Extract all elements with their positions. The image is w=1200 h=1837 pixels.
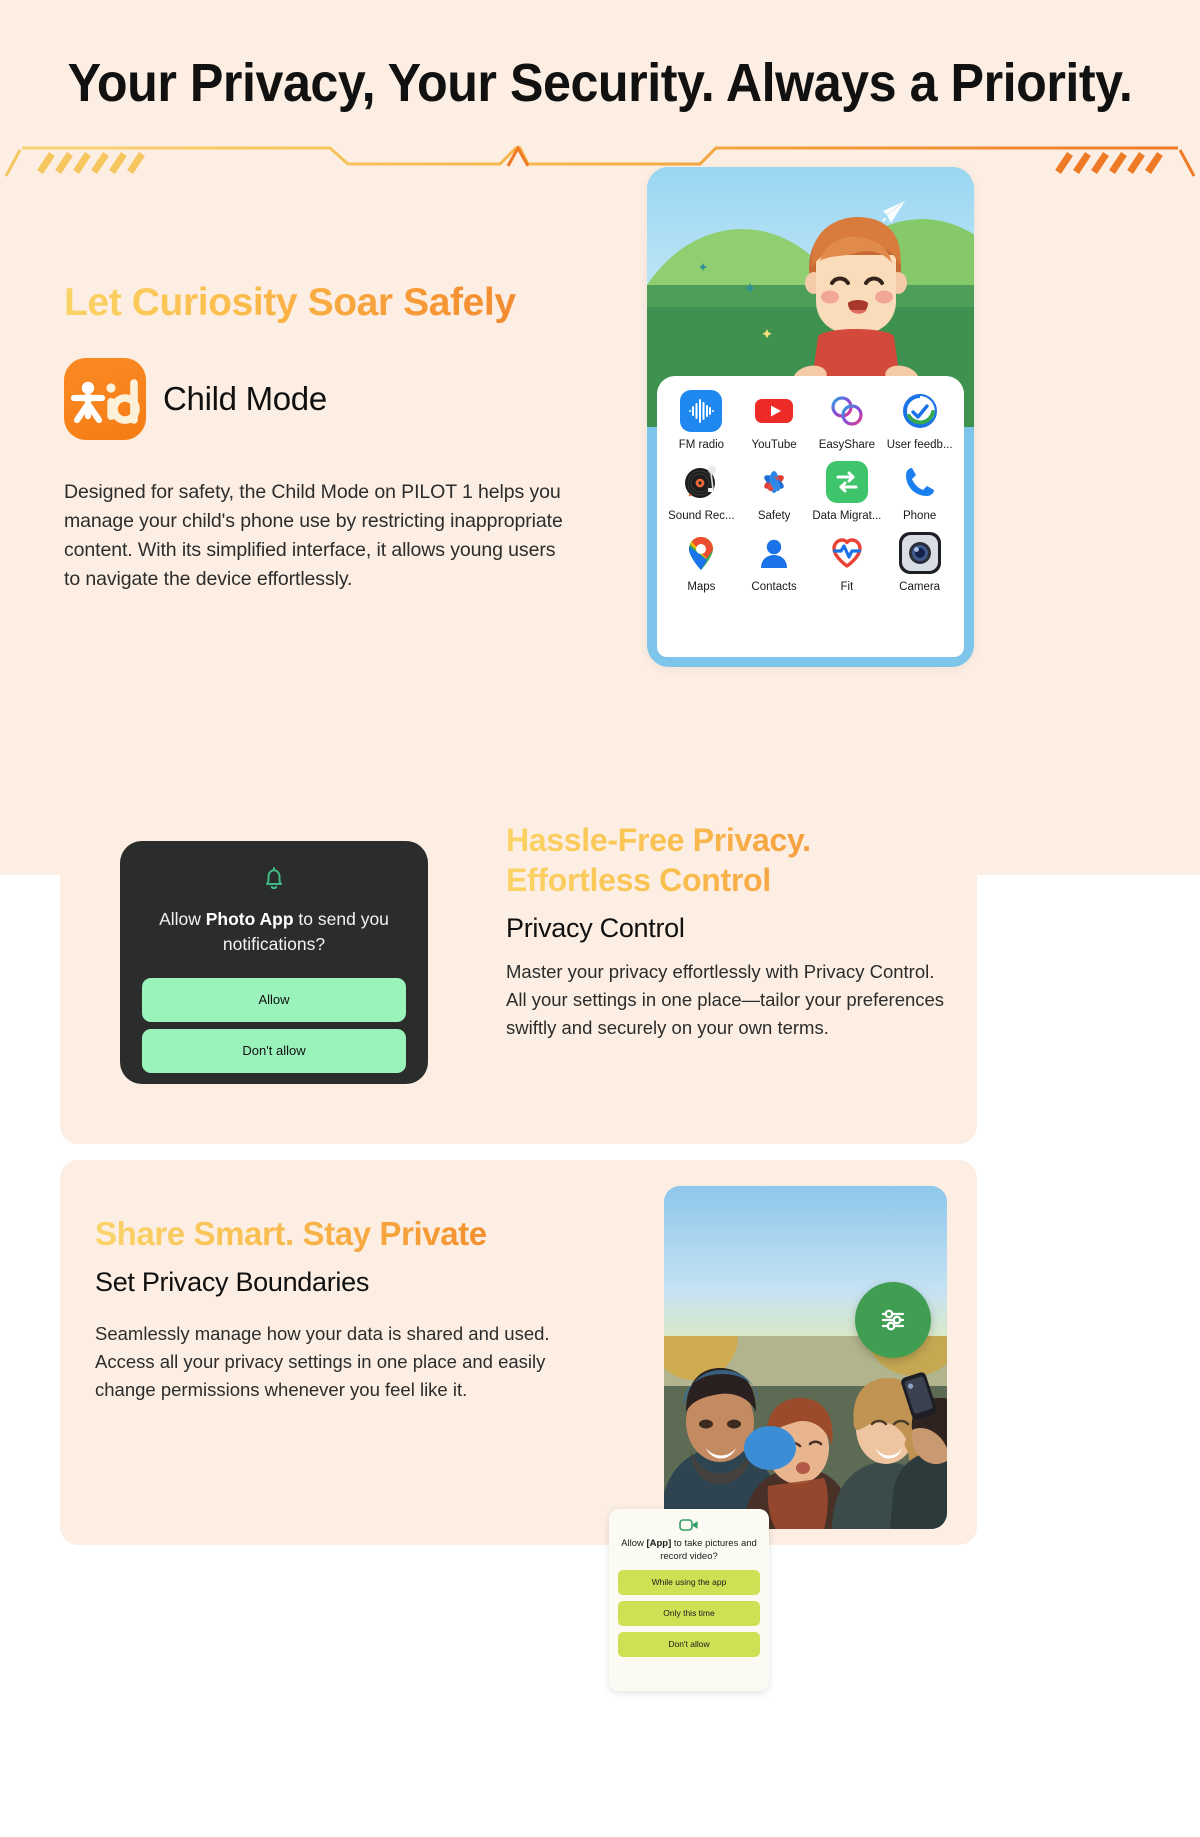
app-label: Data Migrat... [812,510,882,522]
app-grid-panel: FM radio YouTube EasyShare User feedb...… [657,376,964,657]
privacy-control-body: Master your privacy effortlessly with Pr… [506,961,945,1038]
app-label: Fit [840,581,854,593]
user-feedback-icon [899,390,941,432]
fm-radio-icon [680,390,723,432]
privacy-control-subtitle: Privacy Control [506,913,685,944]
app-tile-maps[interactable]: Maps [665,532,738,593]
app-tile-easyshare[interactable]: EasyShare [811,390,884,451]
sound-recorder-icon [680,461,722,503]
fit-icon [826,532,868,574]
app-label: Contacts [751,581,797,593]
child-mode-headline: Let Curiosity Soar Safely [64,281,624,325]
app-label: Camera [899,581,941,593]
privacy-control-text-column: Hassle-Free Privacy. Effortless Control … [506,821,956,1042]
contacts-icon [753,532,795,574]
marketing-page: Your Privacy, Your Security. Always a Pr… [0,0,1200,1837]
app-tile-youtube[interactable]: YouTube [738,390,811,451]
app-tile-sound-recorder[interactable]: Sound Rec... [665,461,738,522]
video-camera-icon [618,1518,760,1532]
privacy-control-card: Allow Photo App to send you notification… [60,769,977,1144]
privacy-settings-fab[interactable] [855,1282,931,1358]
app-tile-camera[interactable]: Camera [883,532,956,593]
headline-line-2: Effortless Control [506,861,771,898]
share-smart-card: Share Smart. Stay Private Set Privacy Bo… [60,1160,977,1545]
headline-line-1: Hassle-Free Privacy. [506,822,811,858]
app-tile-fit[interactable]: Fit [811,532,884,593]
page-title: Your Privacy, Your Security. Always a Pr… [67,53,1133,113]
permission-prefix: Allow [621,1538,647,1549]
dont-allow-button[interactable]: Don't allow [142,1028,406,1073]
app-label: FM radio [678,439,725,451]
maps-icon [680,532,722,574]
camera-icon [898,532,941,574]
permission-app-name: [App] [646,1538,672,1549]
share-smart-subtitle: Set Privacy Boundaries [95,1267,370,1297]
bell-icon [120,865,428,893]
app-tile-safety[interactable]: Safety [738,461,811,522]
prompt-app-name: Photo App [205,909,294,929]
app-tile-data-migration[interactable]: Data Migrat... [811,461,884,522]
child-character [793,217,919,395]
decorative-divider [4,144,1196,177]
app-tile-user-feedback[interactable]: User feedb... [883,390,956,451]
hero-section: Your Privacy, Your Security. Always a Pr… [0,0,1200,875]
child-mode-body: Designed for safety, the Child Mode on P… [64,480,563,591]
youtube-icon [753,390,795,432]
permission-option-dont-allow[interactable]: Don't allow [618,1631,760,1657]
app-label: Safety [757,510,791,522]
notification-prompt-text: Allow Photo App to send you notification… [120,907,428,958]
allow-button[interactable]: Allow [142,977,406,1022]
app-tile-phone[interactable]: Phone [883,461,956,522]
app-tile-fm-radio[interactable]: FM radio [665,390,738,451]
notification-permission-dialog: Allow Photo App to send you notification… [120,841,428,1084]
permission-suffix: to take pictures and record video? [660,1538,757,1562]
permission-prompt-text: Allow [App] to take pictures and record … [618,1538,760,1564]
child-mode-column: Let Curiosity Soar Safely Child Mode Des… [64,281,624,594]
permission-option-while-using[interactable]: While using the app [618,1569,760,1595]
share-smart-body: Seamlessly manage how your data is share… [95,1323,550,1401]
app-label: User feedb... [886,439,953,451]
child-mode-brand-label: Child Mode [163,379,327,417]
app-label: YouTube [751,439,797,451]
app-tile-contacts[interactable]: Contacts [738,532,811,593]
app-label: Maps [687,581,716,593]
camera-permission-dialog: Allow [App] to take pictures and record … [609,1509,769,1691]
privacy-control-headline: Hassle-Free Privacy. Effortless Control [506,821,956,900]
easyshare-icon [826,390,868,432]
permission-option-only-this-time[interactable]: Only this time [618,1600,760,1626]
prompt-prefix: Allow [159,909,206,929]
share-smart-text-column: Share Smart. Stay Private Set Privacy Bo… [95,1215,615,1404]
app-label: EasyShare [818,439,875,451]
kid-app-icon [64,357,146,440]
sliders-icon [881,1309,905,1331]
app-label: Phone [902,510,937,522]
friends-photo [664,1186,947,1529]
app-grid: FM radio YouTube EasyShare User feedb...… [665,390,956,593]
data-migration-icon [825,461,868,503]
safety-icon [753,461,795,503]
app-label: Sound Rec... [668,510,735,522]
child-mode-brand-row: Child Mode [64,357,624,440]
phone-icon [899,461,941,503]
child-mode-preview-card: FM radio YouTube EasyShare User feedb...… [647,167,974,667]
share-smart-headline: Share Smart. Stay Private [95,1215,615,1253]
